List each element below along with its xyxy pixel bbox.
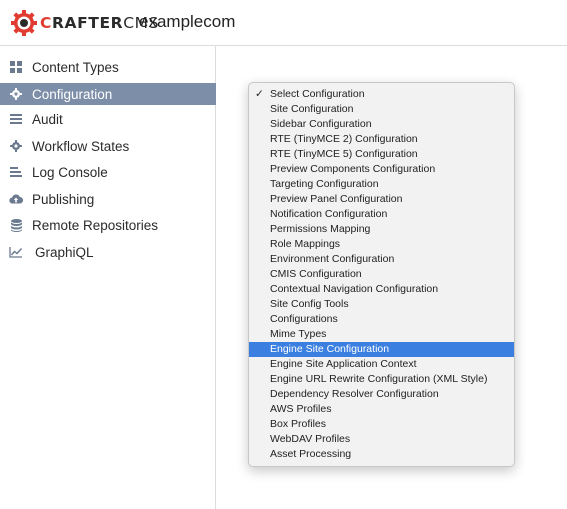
option-label: Environment Configuration bbox=[270, 253, 395, 265]
option-label: Site Config Tools bbox=[270, 298, 349, 310]
sidebar-item-label: Workflow States bbox=[32, 138, 130, 154]
line-chart-icon bbox=[9, 245, 23, 259]
sidebar-item-remote-repositories[interactable]: Remote Repositories bbox=[0, 214, 216, 236]
option-label: AWS Profiles bbox=[270, 403, 332, 415]
database-icon bbox=[9, 218, 23, 232]
option-label: Notification Configuration bbox=[270, 208, 388, 220]
option-label: Asset Processing bbox=[270, 448, 352, 460]
craftercms-logo[interactable]: CRAFTERCMS bbox=[10, 9, 159, 37]
option-site-configuration[interactable]: Site Configuration bbox=[249, 102, 514, 117]
sidebar-item-audit[interactable]: Audit bbox=[0, 108, 216, 130]
sidebar-item-label: Content Types bbox=[32, 59, 119, 75]
option-rte-tinymce-2-configuration[interactable]: RTE (TinyMCE 2) Configuration bbox=[249, 132, 514, 147]
sidebar-item-configuration[interactable]: Configuration bbox=[0, 83, 216, 105]
sidebar-item-content-types[interactable]: Content Types bbox=[0, 56, 216, 78]
option-label: Targeting Configuration bbox=[270, 178, 379, 190]
option-webdav-profiles[interactable]: WebDAV Profiles bbox=[249, 432, 514, 447]
option-sidebar-configuration[interactable]: Sidebar Configuration bbox=[249, 117, 514, 132]
option-engine-site-application-context[interactable]: Engine Site Application Context bbox=[249, 357, 514, 372]
option-label: Preview Components Configuration bbox=[270, 163, 436, 175]
option-permissions-mapping[interactable]: Permissions Mapping bbox=[249, 222, 514, 237]
option-label: CMIS Configuration bbox=[270, 268, 362, 280]
sidebar-item-graphiql[interactable]: GraphiQL bbox=[0, 241, 216, 263]
option-notification-configuration[interactable]: Notification Configuration bbox=[249, 207, 514, 222]
option-preview-components-configuration[interactable]: Preview Components Configuration bbox=[249, 162, 514, 177]
option-label: Engine Site Application Context bbox=[270, 358, 417, 370]
option-label: Permissions Mapping bbox=[270, 223, 371, 235]
sidebar-item-label: Audit bbox=[32, 111, 63, 127]
option-configurations[interactable]: Configurations bbox=[249, 312, 514, 327]
option-label: Role Mappings bbox=[270, 238, 341, 250]
logo-word-rafter: RAFTER bbox=[51, 14, 124, 32]
option-aws-profiles[interactable]: AWS Profiles bbox=[249, 402, 514, 417]
option-label: Configurations bbox=[270, 313, 338, 325]
option-label: Engine Site Configuration bbox=[270, 343, 390, 355]
option-preview-panel-configuration[interactable]: Preview Panel Configuration bbox=[249, 192, 514, 207]
grid-icon bbox=[9, 60, 23, 74]
option-engine-site-configuration[interactable]: Engine Site Configuration bbox=[249, 342, 514, 357]
configuration-select-menu[interactable]: ✓ Select Configuration Site Configuration… bbox=[248, 82, 515, 467]
option-label: Preview Panel Configuration bbox=[270, 193, 403, 205]
option-label: Dependency Resolver Configuration bbox=[270, 388, 439, 400]
site-name: examplecom bbox=[139, 12, 236, 31]
sidebar-item-workflow-states[interactable]: Workflow States bbox=[0, 135, 216, 157]
sidebar-item-label: Configuration bbox=[32, 86, 113, 102]
sidebar-item-publishing[interactable]: Publishing bbox=[0, 188, 216, 210]
gear-logo-icon bbox=[11, 10, 37, 36]
option-asset-processing[interactable]: Asset Processing bbox=[249, 447, 514, 462]
option-label: RTE (TinyMCE 2) Configuration bbox=[270, 133, 418, 145]
option-role-mappings[interactable]: Role Mappings bbox=[249, 237, 514, 252]
option-label: Select Configuration bbox=[270, 88, 365, 100]
option-targeting-configuration[interactable]: Targeting Configuration bbox=[249, 177, 514, 192]
option-engine-url-rewrite-configuration[interactable]: Engine URL Rewrite Configuration (XML St… bbox=[249, 372, 514, 387]
option-site-config-tools[interactable]: Site Config Tools bbox=[249, 297, 514, 312]
option-label: Contextual Navigation Configuration bbox=[270, 283, 439, 295]
sidebar-item-log-console[interactable]: Log Console bbox=[0, 161, 216, 183]
option-label: Mime Types bbox=[270, 328, 327, 340]
option-label: Box Profiles bbox=[270, 418, 327, 430]
gear-icon bbox=[9, 139, 23, 153]
option-label: Engine URL Rewrite Configuration (XML St… bbox=[270, 373, 488, 385]
option-contextual-navigation-configuration[interactable]: Contextual Navigation Configuration bbox=[249, 282, 514, 297]
option-dependency-resolver-configuration[interactable]: Dependency Resolver Configuration bbox=[249, 387, 514, 402]
option-label: Sidebar Configuration bbox=[270, 118, 372, 130]
text-lines-icon bbox=[9, 165, 23, 179]
option-environment-configuration[interactable]: Environment Configuration bbox=[249, 252, 514, 267]
option-box-profiles[interactable]: Box Profiles bbox=[249, 417, 514, 432]
cloud-upload-icon bbox=[9, 192, 23, 206]
option-label: RTE (TinyMCE 5) Configuration bbox=[270, 148, 418, 160]
app-header: CRAFTERCMS examplecom bbox=[0, 0, 567, 46]
sidebar: Content Types Configuration Audit Workfl… bbox=[0, 46, 216, 509]
sidebar-item-label: Publishing bbox=[32, 191, 95, 207]
option-rte-tinymce-5-configuration[interactable]: RTE (TinyMCE 5) Configuration bbox=[249, 147, 514, 162]
option-mime-types[interactable]: Mime Types bbox=[249, 327, 514, 342]
logo-letter-c: C bbox=[40, 14, 52, 32]
option-cmis-configuration[interactable]: CMIS Configuration bbox=[249, 267, 514, 282]
checkmark-icon: ✓ bbox=[255, 88, 264, 100]
sidebar-item-label: Log Console bbox=[32, 164, 108, 180]
sidebar-item-label: GraphiQL bbox=[35, 244, 94, 260]
sidebar-item-label: Remote Repositories bbox=[32, 217, 159, 233]
gear-icon bbox=[9, 87, 23, 101]
list-icon bbox=[9, 112, 23, 126]
option-label: Site Configuration bbox=[270, 103, 354, 115]
option-select-configuration[interactable]: ✓ Select Configuration bbox=[249, 87, 514, 102]
option-label: WebDAV Profiles bbox=[270, 433, 351, 445]
